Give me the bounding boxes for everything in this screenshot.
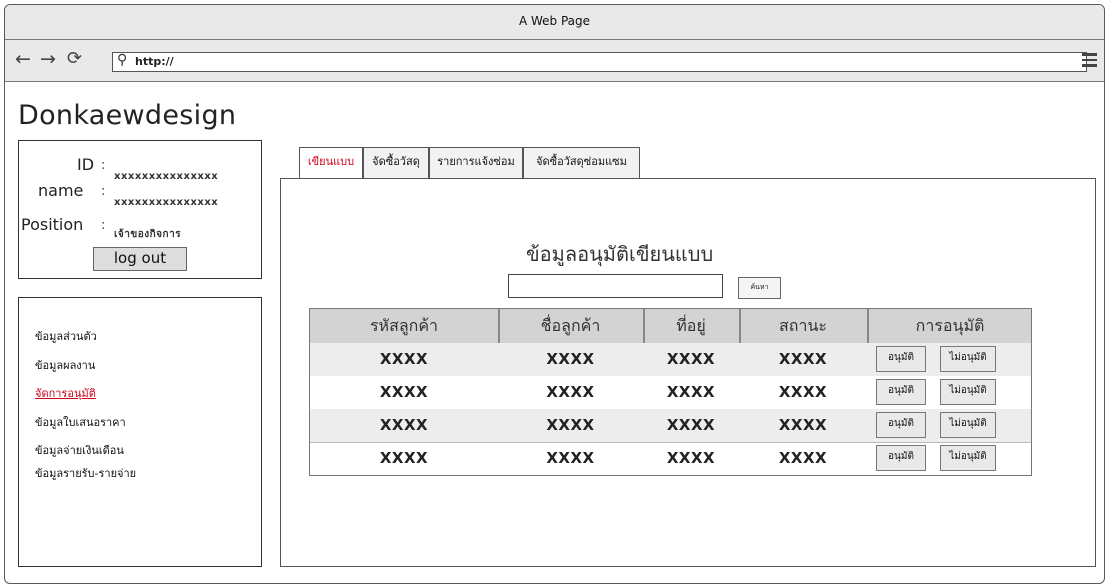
colon: : [101,158,106,173]
address-text: http:// [135,55,174,68]
address-bar[interactable]: ⚲ http:// [112,52,1087,72]
cell-customer-id: XXXX [379,383,429,401]
browser-nav-bar: ← → ⟳ ⚲ http:// [5,40,1104,82]
reload-icon[interactable]: ⟳ [67,48,82,70]
cell-address: XXXX [666,416,716,434]
cell-customer-name: XXXX [546,416,595,434]
approve-button[interactable]: อนุมัติ [876,445,926,471]
header-customer-id: รหัสลูกค้า [369,316,439,335]
reject-button[interactable]: ไม่อนุมัติ [940,412,996,438]
hamburger-menu-icon[interactable] [1082,53,1097,67]
forward-arrow-icon[interactable]: → [40,48,56,70]
sidebar-item-payroll[interactable]: ข้อมูลจ่ายเงินเดือน [35,441,124,459]
cell-address: XXXX [666,449,716,467]
cell-address: XXXX [666,350,716,368]
cell-customer-id: XXXX [379,350,429,368]
header-customer-name: ชื่อลูกค้า [540,316,601,335]
cell-customer-id: XXXX [379,416,429,434]
sidebar-item-portfolio[interactable]: ข้อมูลผลงาน [35,356,95,374]
cell-status: XXXX [778,416,828,434]
reject-button[interactable]: ไม่อนุมัติ [940,445,996,471]
sidebar-item-income-expense[interactable]: ข้อมูลรายรับ-รายจ่าย [35,464,136,482]
header-address: ที่อยู่ [676,316,706,335]
cell-customer-name: XXXX [546,383,595,401]
colon: : [101,218,106,233]
sidebar-menu: ข้อมูลส่วนตัว ข้อมูลผลงาน จัดการอนุมัติ … [18,297,262,567]
user-info-panel: ID : xxxxxxxxxxxxxxx name : xxxxxxxxxxxx… [18,140,262,279]
tab-materials[interactable]: จัดซื้อวัสดุ [363,147,429,179]
cell-address: XXXX [666,383,716,401]
column-divider [498,309,500,343]
tab-drawing[interactable]: เขียนแบบ [299,147,363,179]
user-id-label: ID [77,155,95,174]
header-approval: การอนุมัติ [915,316,985,335]
approve-button[interactable]: อนุมัติ [876,412,926,438]
sidebar-item-quotations[interactable]: ข้อมูลใบเสนอราคา [35,413,126,431]
cell-customer-name: XXXX [546,449,595,467]
table-row: XXXX XXXX XXXX XXXX อนุมัติ ไม่อนุมัติ [310,442,1031,475]
tab-repair-requests[interactable]: รายการแจ้งซ่อม [429,147,523,179]
page-title: ข้อมูลอนุมัติเขียนแบบ [526,242,714,266]
cell-customer-id: XXXX [379,449,429,467]
site-brand: Donkaewdesign [18,100,237,131]
search-button[interactable]: ค้นหา [738,277,781,299]
table-row: XXXX XXXX XXXX XXXX อนุมัติ ไม่อนุมัติ [310,409,1031,442]
reject-button[interactable]: ไม่อนุมัติ [940,379,996,405]
search-icon: ⚲ [117,52,128,68]
column-divider [643,309,645,343]
back-arrow-icon[interactable]: ← [15,48,31,70]
user-position-label: Position [21,215,84,234]
column-divider [867,309,869,343]
approve-button[interactable]: อนุมัติ [876,379,926,405]
table-row: XXXX XXXX XXXX XXXX อนุมัติ ไม่อนุมัติ [310,343,1031,376]
reject-button[interactable]: ไม่อนุมัติ [940,346,996,372]
colon: : [101,184,106,199]
row-divider [310,442,1031,443]
approve-button[interactable]: อนุมัติ [876,346,926,372]
cell-customer-name: XXXX [546,350,595,368]
sidebar-item-personal[interactable]: ข้อมูลส่วนตัว [35,327,97,345]
logout-button[interactable]: log out [93,247,187,271]
cell-status: XXXX [778,350,828,368]
user-name-value: xxxxxxxxxxxxxxx [114,197,219,208]
table-row: XXXX XXXX XXXX XXXX อนุมัติ ไม่อนุมัติ [310,376,1031,409]
user-name-label: name [38,181,84,200]
approval-table: รหัสลูกค้า ชื่อลูกค้า ที่อยู่ สถานะ การอ… [309,308,1032,476]
column-divider [739,309,741,343]
window-title: A Web Page [518,14,591,28]
sidebar-item-approvals[interactable]: จัดการอนุมัติ [35,384,96,402]
cell-status: XXXX [778,449,828,467]
title-bar: A Web Page [5,5,1104,40]
tab-repair-materials[interactable]: จัดซื้อวัสดุซ่อมแซม [523,147,640,179]
search-input[interactable] [508,274,723,298]
cell-status: XXXX [778,383,828,401]
header-status: สถานะ [779,316,827,335]
